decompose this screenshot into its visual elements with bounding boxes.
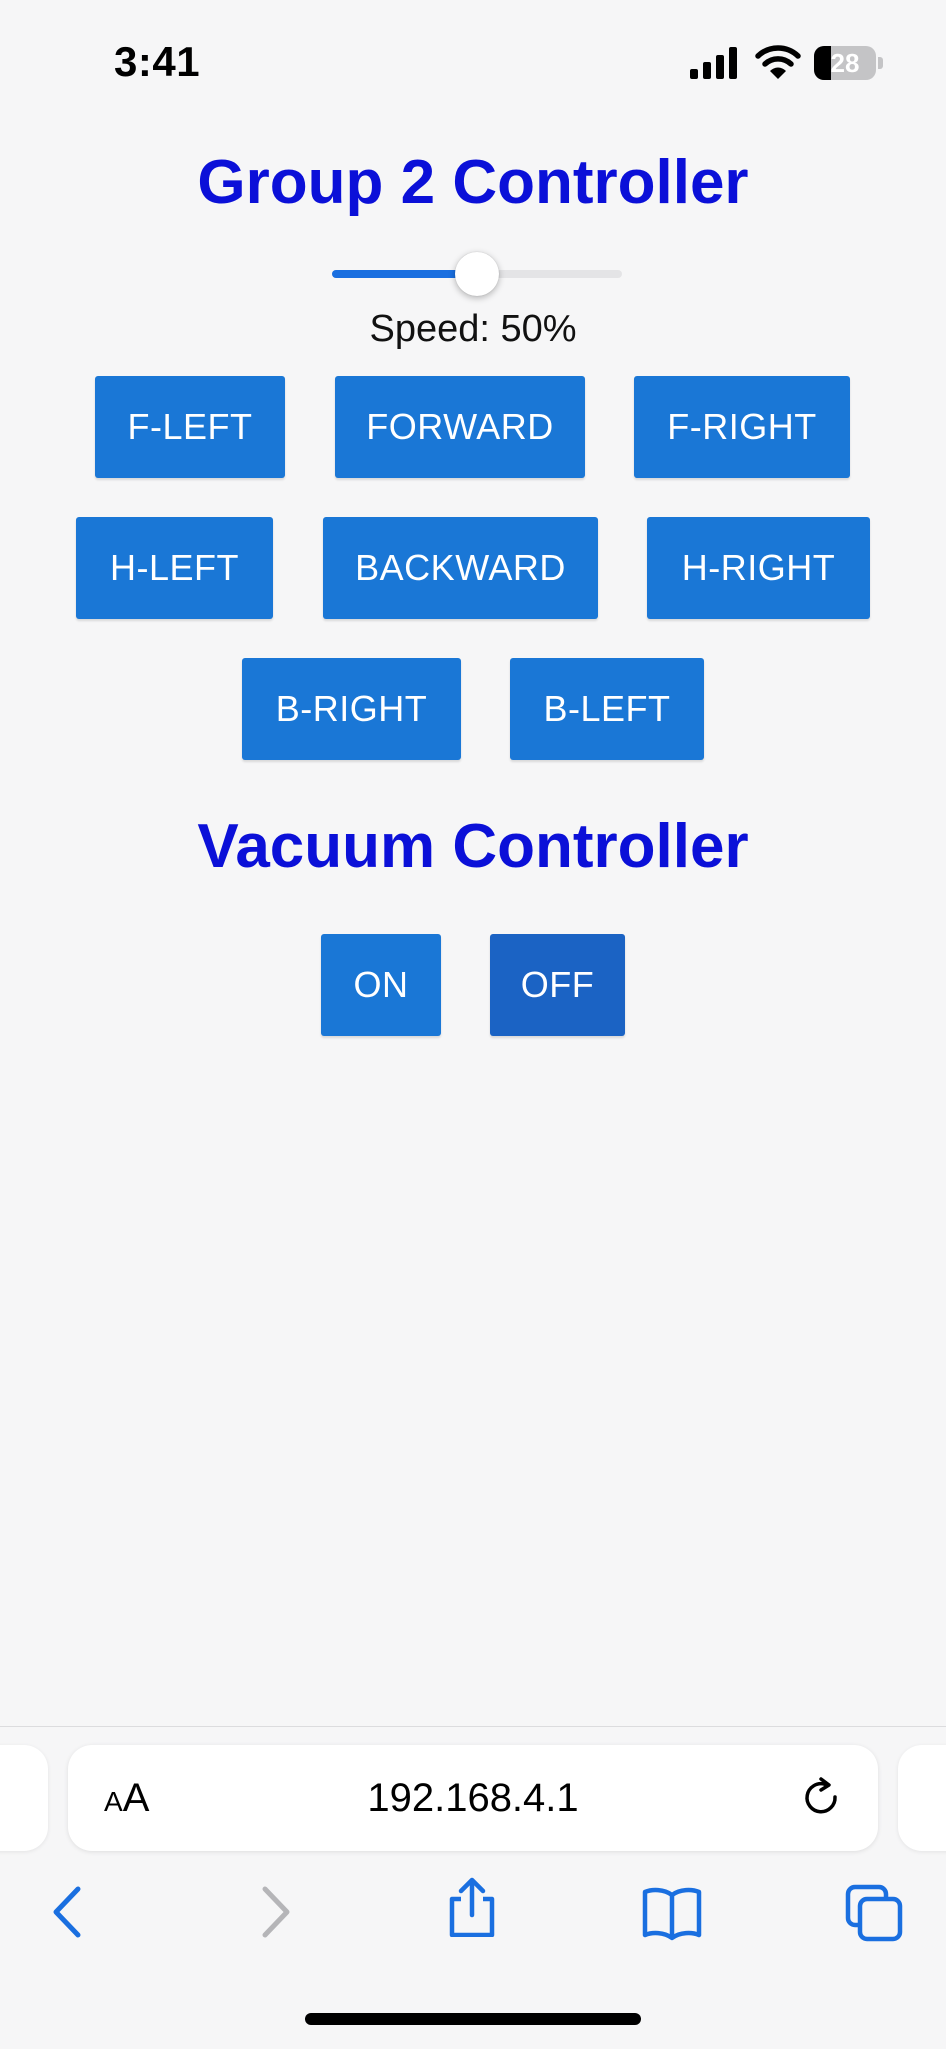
controller-title: Group 2 Controller [197,148,749,217]
tabs-icon[interactable] [844,1883,904,1943]
reload-icon[interactable] [801,1777,843,1819]
speed-slider[interactable] [332,252,622,296]
battery-icon: 28 [814,46,884,80]
previous-tab-peek[interactable] [0,1745,48,1851]
h-left-button[interactable]: H-LEFT [76,517,273,619]
battery-body: 28 [814,46,876,80]
f-right-button[interactable]: F-RIGHT [634,376,850,478]
vacuum-on-button[interactable]: ON [321,934,441,1036]
vacuum-title: Vacuum Controller [197,812,749,881]
speed-label: Speed: 50% [369,308,577,350]
b-right-button[interactable]: B-RIGHT [242,658,461,760]
h-right-button[interactable]: H-RIGHT [647,517,870,619]
vacuum-off-button[interactable]: OFF [490,934,625,1036]
browser-toolbar: AA 192.168.4.1 [0,1726,946,2049]
f-left-button[interactable]: F-LEFT [95,376,285,478]
slider-thumb[interactable] [455,252,499,296]
battery-level: 28 [830,48,860,78]
battery-tip [878,57,883,69]
wifi-icon [755,45,801,79]
home-indicator [305,2013,641,2025]
next-tab-peek[interactable] [898,1745,946,1851]
signal-icon [690,47,737,79]
forward-button[interactable]: FORWARD [335,376,585,478]
backward-button[interactable]: BACKWARD [323,517,598,619]
bookmarks-icon[interactable] [642,1885,702,1945]
forward-icon[interactable] [245,1883,305,1943]
address-bar[interactable]: AA 192.168.4.1 [68,1745,878,1851]
back-icon[interactable] [40,1883,100,1943]
share-icon[interactable] [442,1877,502,1937]
b-left-button[interactable]: B-LEFT [510,658,704,760]
url-text[interactable]: 192.168.4.1 [68,1745,878,1851]
status-time: 3:41 [114,38,201,85]
status-bar: 3:41 28 [0,0,946,120]
